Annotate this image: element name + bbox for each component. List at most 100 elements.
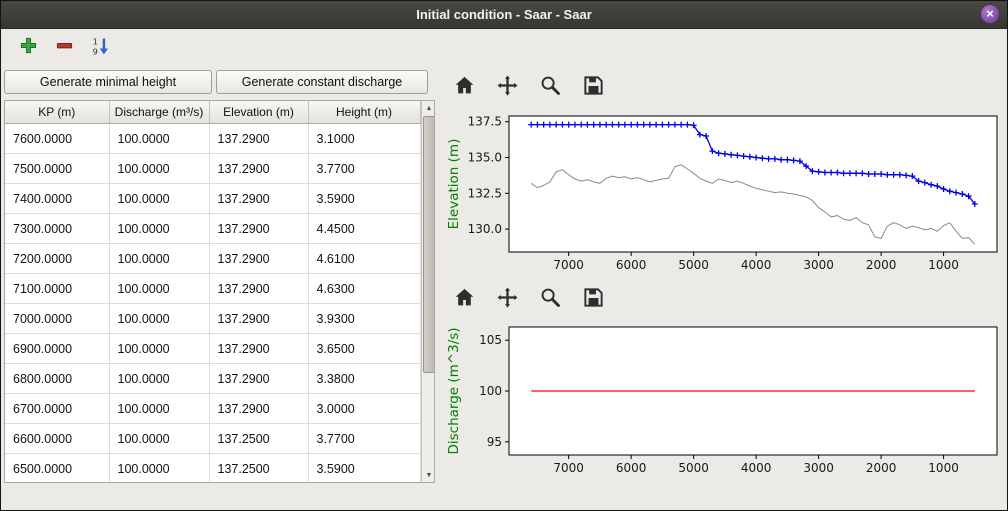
cell-elevation[interactable]: 137.2900 [209,244,308,274]
cell-elevation[interactable]: 137.2900 [209,274,308,304]
table-row[interactable]: 7000.0000 100.0000 137.2900 3.9300 [5,304,420,334]
cell-elevation[interactable]: 137.2500 [209,424,308,454]
cell-discharge[interactable]: 100.0000 [109,214,209,244]
cell-discharge[interactable]: 100.0000 [109,184,209,214]
cell-discharge[interactable]: 100.0000 [109,424,209,454]
svg-text:135.0: 135.0 [468,151,502,165]
cell-elevation[interactable]: 137.2500 [209,454,308,484]
cell-height[interactable]: 3.0000 [308,394,420,424]
cell-height[interactable]: 4.4500 [308,214,420,244]
close-button[interactable]: × [980,4,1000,24]
svg-text:2000: 2000 [866,461,897,475]
cell-kp[interactable]: 6500.0000 [5,454,109,484]
cell-elevation[interactable]: 137.2900 [209,334,308,364]
column-header-elevation[interactable]: Elevation (m) [209,101,308,124]
cell-kp[interactable]: 6700.0000 [5,394,109,424]
generate-minimal-height-button[interactable]: Generate minimal height [4,70,212,94]
cell-kp[interactable]: 7000.0000 [5,304,109,334]
scroll-up-button[interactable]: ▲ [422,101,436,115]
cell-elevation[interactable]: 137.2900 [209,214,308,244]
scroll-down-button[interactable]: ▼ [422,468,436,482]
table-row[interactable]: 7500.0000 100.0000 137.2900 3.7700 [5,154,420,184]
cell-kp[interactable]: 6600.0000 [5,424,109,454]
table-row[interactable]: 7600.0000 100.0000 137.2900 3.1000 [5,124,420,154]
cell-kp[interactable]: 7400.0000 [5,184,109,214]
window-title: Initial condition - Saar - Saar [416,7,592,22]
cell-elevation[interactable]: 137.2900 [209,184,308,214]
table-row[interactable]: 7400.0000 100.0000 137.2900 3.5900 [5,184,420,214]
cell-height[interactable]: 3.7700 [308,154,420,184]
column-header-height[interactable]: Height (m) [308,101,420,124]
cell-kp[interactable]: 7100.0000 [5,274,109,304]
cell-elevation[interactable]: 137.2900 [209,394,308,424]
pan-button[interactable] [494,284,521,314]
table-row[interactable]: 7300.0000 100.0000 137.2900 4.4500 [5,214,420,244]
table-row[interactable]: 6700.0000 100.0000 137.2900 3.0000 [5,394,420,424]
svg-text:6000: 6000 [616,258,647,272]
svg-text:4000: 4000 [741,461,772,475]
cell-discharge[interactable]: 100.0000 [109,454,209,484]
app-toolbar: 1 9 [1,29,1007,65]
add-row-button[interactable] [17,34,40,60]
table-scrollbar[interactable]: ▲ ▼ [421,101,436,482]
cell-height[interactable]: 4.6100 [308,244,420,274]
pan-move-icon [496,74,519,100]
cell-discharge[interactable]: 100.0000 [109,274,209,304]
sort-rows-button[interactable]: 1 9 [89,34,113,61]
svg-text:6000: 6000 [616,461,647,475]
cell-elevation[interactable]: 137.2900 [209,124,308,154]
cell-elevation[interactable]: 137.2900 [209,154,308,184]
table-row[interactable]: 6900.0000 100.0000 137.2900 3.6500 [5,334,420,364]
scrollbar-thumb[interactable] [423,116,436,373]
column-header-kp[interactable]: KP (m) [5,101,109,124]
cell-elevation[interactable]: 137.2900 [209,364,308,394]
home-icon [453,286,476,312]
cell-height[interactable]: 3.9300 [308,304,420,334]
home-icon [453,74,476,100]
table-body: 7600.0000 100.0000 137.2900 3.1000 7500.… [5,124,420,484]
home-button[interactable] [451,284,478,314]
cell-elevation[interactable]: 137.2900 [209,304,308,334]
cell-kp[interactable]: 6900.0000 [5,334,109,364]
pan-button[interactable] [494,72,521,102]
cell-height[interactable]: 3.7700 [308,424,420,454]
cell-kp[interactable]: 7200.0000 [5,244,109,274]
svg-text:105: 105 [479,333,502,347]
cell-discharge[interactable]: 100.0000 [109,154,209,184]
svg-text:132.5: 132.5 [468,186,502,200]
table-row[interactable]: 6500.0000 100.0000 137.2500 3.5900 [5,454,420,484]
remove-row-button[interactable] [53,34,76,60]
cell-kp[interactable]: 7500.0000 [5,154,109,184]
cell-height[interactable]: 3.5900 [308,184,420,214]
cell-discharge[interactable]: 100.0000 [109,244,209,274]
table-row[interactable]: 7200.0000 100.0000 137.2900 4.6100 [5,244,420,274]
svg-text:5000: 5000 [678,258,709,272]
elevation-chart[interactable]: 7000600050004000300020001000130.0132.513… [443,108,1005,280]
save-button[interactable] [580,284,607,314]
save-button[interactable] [580,72,607,102]
titlebar[interactable]: Initial condition - Saar - Saar × [1,1,1007,29]
save-floppy-icon [582,74,605,100]
cell-height[interactable]: 3.6500 [308,334,420,364]
zoom-button[interactable] [537,72,564,102]
cell-height[interactable]: 4.6300 [308,274,420,304]
cell-discharge[interactable]: 100.0000 [109,304,209,334]
cell-discharge[interactable]: 100.0000 [109,364,209,394]
cell-kp[interactable]: 7600.0000 [5,124,109,154]
column-header-discharge[interactable]: Discharge (m³/s) [109,101,209,124]
generate-constant-discharge-button[interactable]: Generate constant discharge [216,70,428,94]
cell-height[interactable]: 3.5900 [308,454,420,484]
cell-discharge[interactable]: 100.0000 [109,334,209,364]
cell-height[interactable]: 3.1000 [308,124,420,154]
cell-discharge[interactable]: 100.0000 [109,124,209,154]
cell-kp[interactable]: 6800.0000 [5,364,109,394]
cell-height[interactable]: 3.3800 [308,364,420,394]
table-row[interactable]: 7100.0000 100.0000 137.2900 4.6300 [5,274,420,304]
cell-kp[interactable]: 7300.0000 [5,214,109,244]
table-row[interactable]: 6600.0000 100.0000 137.2500 3.7700 [5,424,420,454]
zoom-button[interactable] [537,284,564,314]
home-button[interactable] [451,72,478,102]
discharge-chart[interactable]: 700060005000400030002000100095100105Disc… [443,319,1005,483]
table-row[interactable]: 6800.0000 100.0000 137.2900 3.3800 [5,364,420,394]
cell-discharge[interactable]: 100.0000 [109,394,209,424]
